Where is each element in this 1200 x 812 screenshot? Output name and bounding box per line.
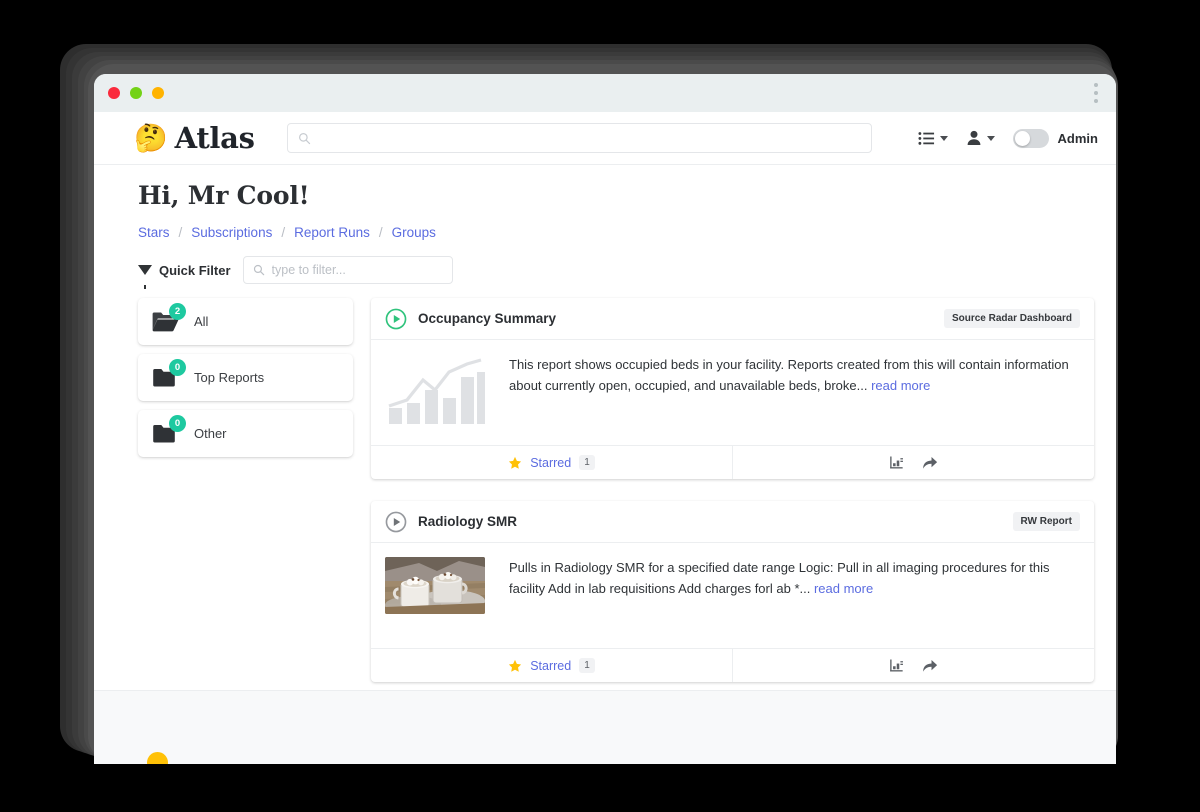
sidebar-item-label: All — [194, 314, 209, 329]
folder-icon-wrap: 0 — [152, 414, 186, 447]
admin-toggle-switch[interactable] — [1012, 128, 1049, 148]
user-icon — [967, 130, 980, 145]
title-bar — [94, 74, 1116, 112]
header-tools: Admin — [918, 128, 1098, 148]
sidebar-badge-top-reports: 0 — [169, 358, 186, 376]
play-circle-icon[interactable] — [385, 308, 407, 330]
list-menu-button[interactable] — [918, 131, 948, 146]
browser-window: 🤔 Atlas Admin Hi, Mr Cool! Stars / Subsc… — [94, 74, 1116, 764]
read-more-link[interactable]: read more — [871, 378, 930, 393]
search-icon — [298, 132, 310, 144]
card-actions — [733, 649, 1094, 682]
chart-icon[interactable] — [889, 455, 904, 470]
traffic-lights — [108, 87, 164, 99]
share-icon[interactable] — [922, 658, 938, 673]
minimize-window-button[interactable] — [130, 87, 142, 99]
hot-chocolate-photo — [385, 557, 485, 614]
breadcrumb-item-report-runs[interactable]: Report Runs — [294, 225, 370, 240]
breadcrumb-item-stars[interactable]: Stars — [138, 225, 170, 240]
card-tag: RW Report — [1012, 512, 1080, 531]
quick-filter-input[interactable] — [271, 263, 443, 277]
partial-star-badge-icon — [147, 752, 168, 764]
star-icon — [509, 456, 522, 469]
toggle-knob — [1014, 130, 1030, 146]
admin-toggle-label: Admin — [1057, 130, 1098, 146]
starred-count: 1 — [579, 658, 595, 673]
folder-icon-wrap: 0 — [152, 358, 186, 391]
report-card-list: Occupancy Summary Source Radar Dashboard — [371, 298, 1094, 704]
starred-label: Starred — [530, 658, 572, 673]
sidebar-badge-all: 2 — [169, 302, 186, 320]
chart-icon[interactable] — [889, 658, 904, 673]
read-more-link[interactable]: read more — [814, 581, 873, 596]
thinking-face-logo-icon: 🤔 — [134, 122, 168, 153]
card-thumbnail — [385, 557, 485, 634]
card-actions — [733, 446, 1094, 479]
page-content: Hi, Mr Cool! Stars / Subscriptions / Rep… — [94, 165, 1116, 704]
card-body: This report shows occupied beds in your … — [371, 340, 1094, 445]
kebab-menu-icon[interactable] — [1094, 83, 1098, 103]
sidebar-item-top-reports[interactable]: 0 Top Reports — [138, 354, 353, 401]
card-header: Radiology SMR RW Report — [371, 501, 1094, 543]
report-card-occupancy-summary[interactable]: Occupancy Summary Source Radar Dashboard — [371, 298, 1094, 479]
share-icon[interactable] — [922, 455, 938, 470]
brand[interactable]: 🤔 Atlas — [134, 121, 255, 155]
sidebar-item-other[interactable]: 0 Other — [138, 410, 353, 457]
starred-count: 1 — [579, 455, 595, 470]
card-title: Occupancy Summary — [418, 311, 557, 326]
sidebar-item-label: Other — [194, 426, 227, 441]
card-description: Pulls in Radiology SMR for a specified d… — [509, 560, 1050, 597]
card-description-wrap: Pulls in Radiology SMR for a specified d… — [509, 557, 1080, 634]
admin-toggle[interactable]: Admin — [1012, 128, 1098, 148]
card-header: Occupancy Summary Source Radar Dashboard — [371, 298, 1094, 340]
card-description: This report shows occupied beds in your … — [509, 357, 1069, 394]
card-footer: Starred 1 — [371, 648, 1094, 682]
quick-filter-label: Quick Filter — [159, 262, 231, 278]
folder-icon-wrap: 2 — [152, 302, 186, 335]
sidebar-item-label: Top Reports — [194, 370, 265, 385]
breadcrumb-separator: / — [178, 225, 183, 240]
global-search-input[interactable] — [318, 130, 861, 146]
quick-filter-row: Quick Filter — [138, 256, 1094, 289]
card-tag: Source Radar Dashboard — [943, 309, 1080, 328]
folder-sidebar: 2 All 0 Top Reports 0 Other — [138, 298, 353, 466]
card-title: Radiology SMR — [418, 514, 518, 529]
global-search[interactable] — [286, 123, 872, 153]
hot-chocolate-photo-art — [385, 557, 485, 614]
sidebar-item-all[interactable]: 2 All — [138, 298, 353, 345]
report-card-radiology-smr[interactable]: Radiology SMR RW Report Pulls in Radiolo… — [371, 501, 1094, 682]
star-icon — [509, 659, 522, 672]
close-window-button[interactable] — [108, 87, 120, 99]
maximize-window-button[interactable] — [152, 87, 164, 99]
quick-filter-label-group: Quick Filter — [138, 262, 231, 289]
starred-button[interactable]: Starred 1 — [371, 649, 733, 682]
breadcrumb-separator: / — [378, 225, 383, 240]
breadcrumb-separator: / — [281, 225, 286, 240]
sidebar-badge-other: 0 — [169, 414, 186, 432]
list-icon — [918, 131, 934, 145]
page-bottom-strip — [94, 690, 1116, 764]
chevron-down-icon — [939, 135, 948, 141]
card-description-wrap: This report shows occupied beds in your … — [509, 354, 1080, 431]
starred-button[interactable]: Starred 1 — [371, 446, 733, 479]
card-thumbnail — [385, 354, 485, 431]
main-content: 2 All 0 Top Reports 0 Other Occupancy Su… — [138, 298, 1094, 704]
starred-label: Starred — [530, 455, 572, 470]
play-circle-icon[interactable] — [385, 511, 407, 533]
page-title: Hi, Mr Cool! — [138, 181, 310, 210]
brand-name: Atlas — [174, 121, 255, 155]
app-header: 🤔 Atlas Admin — [94, 112, 1116, 165]
chevron-down-icon — [986, 135, 995, 141]
quick-filter-field[interactable] — [242, 256, 453, 284]
card-footer: Starred 1 — [371, 445, 1094, 479]
chart-placeholder-icon — [388, 358, 485, 424]
search-icon — [253, 264, 264, 276]
breadcrumb: Stars / Subscriptions / Report Runs / Gr… — [138, 225, 1094, 240]
card-body: Pulls in Radiology SMR for a specified d… — [371, 543, 1094, 648]
breadcrumb-item-groups[interactable]: Groups — [392, 225, 436, 240]
breadcrumb-item-subscriptions[interactable]: Subscriptions — [191, 225, 272, 240]
funnel-icon — [138, 265, 152, 289]
user-menu-button[interactable] — [966, 130, 995, 146]
